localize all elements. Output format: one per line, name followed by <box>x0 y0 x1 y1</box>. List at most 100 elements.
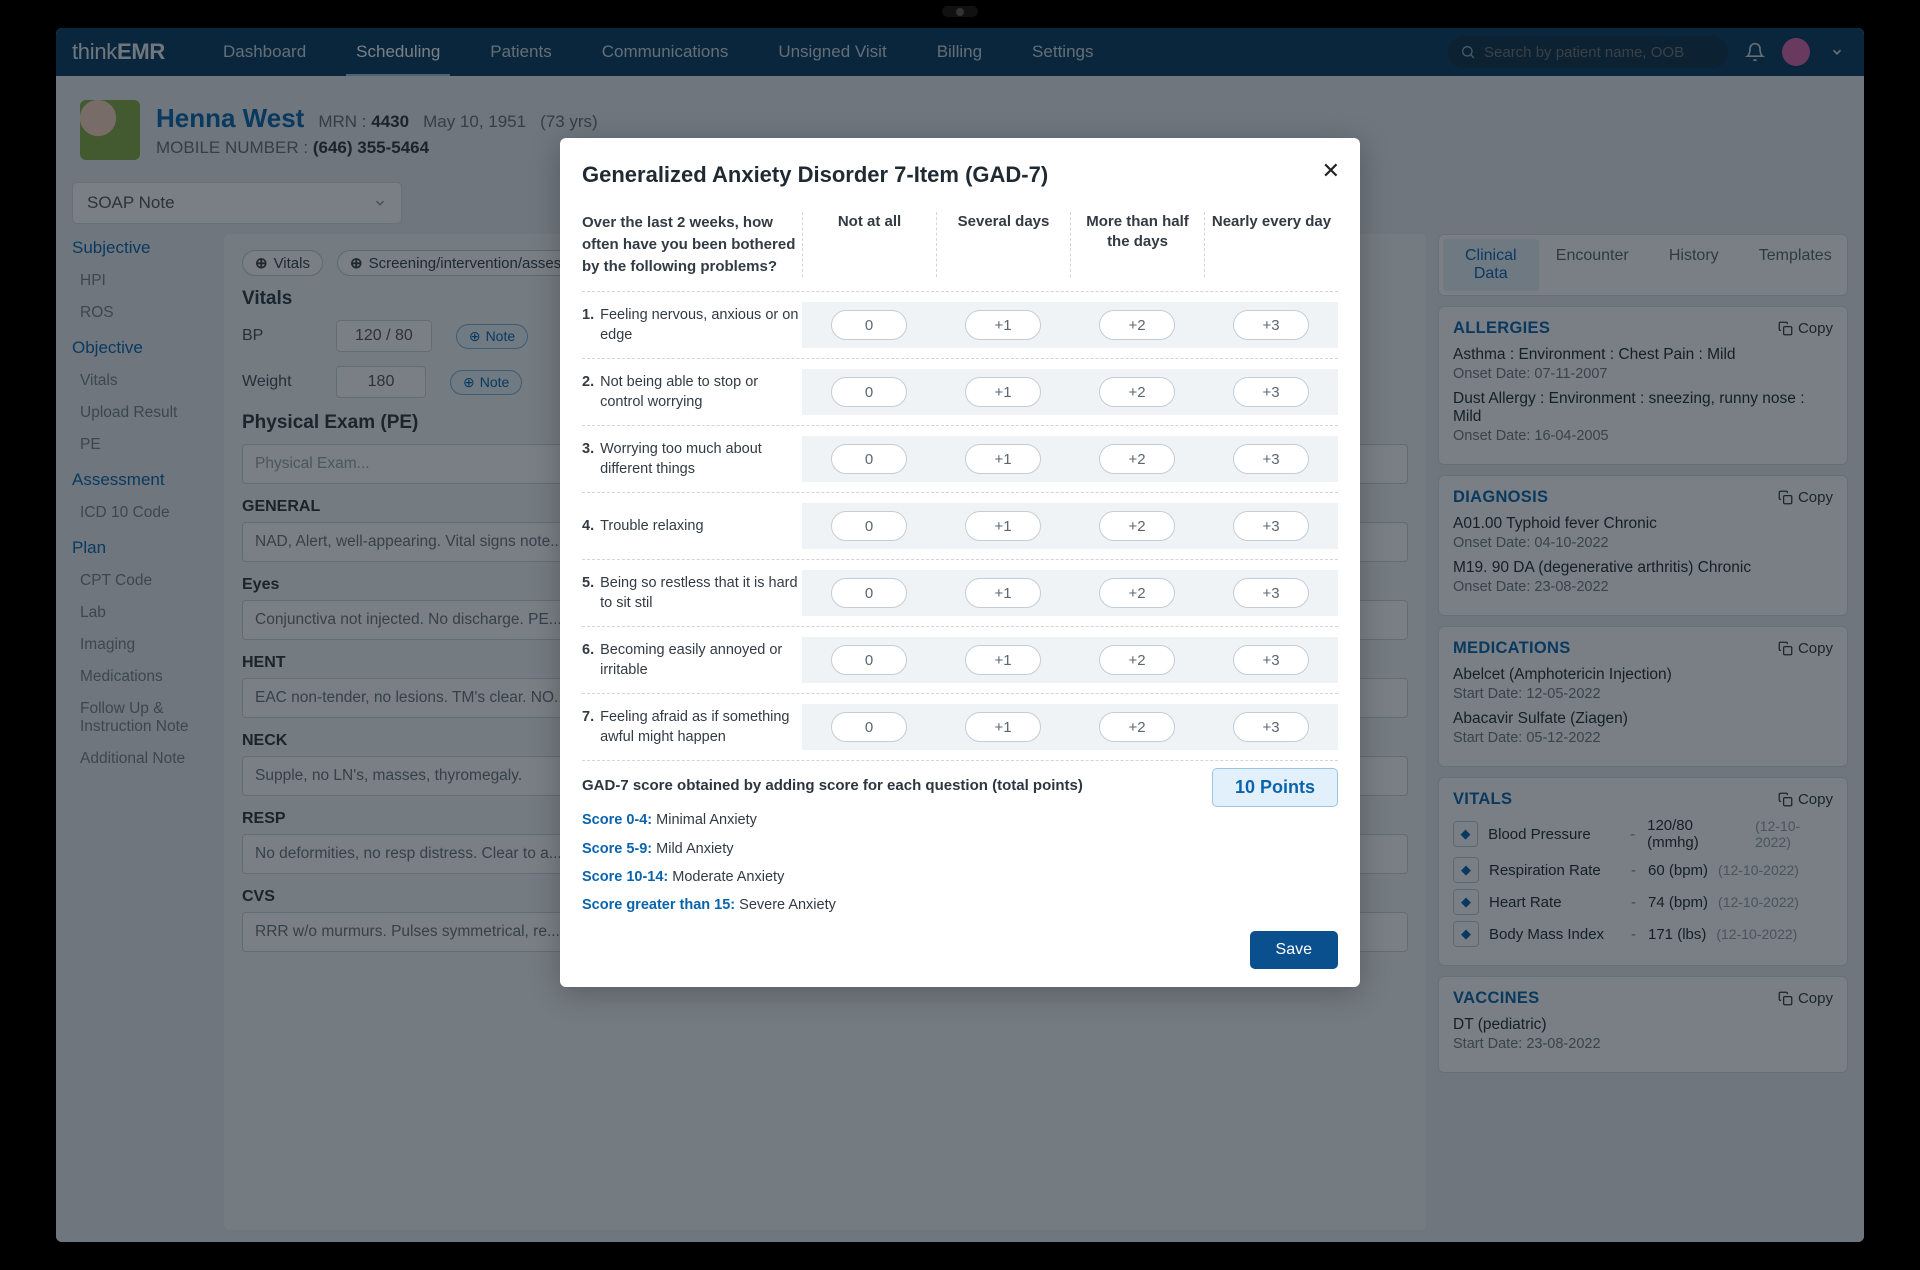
leftnav-item[interactable]: Upload Result <box>72 404 212 422</box>
option-button-3[interactable]: +3 <box>1233 377 1309 407</box>
nav-link-billing[interactable]: Billing <box>931 42 988 62</box>
leftnav-item[interactable]: PE <box>72 436 212 454</box>
tab-encounter[interactable]: Encounter <box>1545 239 1641 291</box>
col-3: Nearly every day <box>1204 212 1338 277</box>
left-nav: Subjective HPI ROS Objective Vitals Upload Re… <box>72 234 212 1230</box>
top-navbar: thinkEMR Dashboard Scheduling Patients Comm… <box>56 28 1864 76</box>
option-button-2[interactable]: +2 <box>1099 645 1175 675</box>
card-row-sub: Onset Date: 23-08-2022 <box>1453 579 1833 595</box>
copy-button[interactable]: Copy <box>1778 990 1833 1007</box>
vital-icon: ◆ <box>1453 889 1479 915</box>
bell-icon[interactable] <box>1744 41 1766 63</box>
option-button-3[interactable]: +3 <box>1233 310 1309 340</box>
nav-link-dashboard[interactable]: Dashboard <box>217 42 312 62</box>
option-button-1[interactable]: +1 <box>965 578 1041 608</box>
tab-templates[interactable]: Templates <box>1748 239 1844 291</box>
copy-button[interactable]: Copy <box>1778 791 1833 808</box>
leftnav-plan[interactable]: Plan <box>72 538 212 558</box>
option-button-3[interactable]: +3 <box>1233 712 1309 742</box>
bp-value[interactable]: 120 / 80 <box>336 320 432 352</box>
leftnav-item[interactable]: Medications <box>72 668 212 686</box>
option-button-2[interactable]: +2 <box>1099 444 1175 474</box>
option-button-2[interactable]: +2 <box>1099 310 1175 340</box>
chip-button[interactable]: ⊕Vitals <box>242 250 323 276</box>
weight-note-button[interactable]: ⊕Note <box>450 370 522 395</box>
tab-clinical-data[interactable]: Clinical Data <box>1443 239 1539 291</box>
vital-date: (12-10-2022) <box>1718 894 1799 910</box>
option-button-1[interactable]: +1 <box>965 511 1041 541</box>
option-button-2[interactable]: +2 <box>1099 712 1175 742</box>
modal-prompt: Over the last 2 weeks, how often have yo… <box>582 212 802 277</box>
option-button-1[interactable]: +1 <box>965 444 1041 474</box>
global-search[interactable] <box>1448 36 1728 68</box>
user-menu-chevron-icon[interactable] <box>1826 41 1848 63</box>
user-avatar[interactable] <box>1782 38 1810 66</box>
option-button-0[interactable]: 0 <box>831 645 907 675</box>
card-row-main: Dust Allergy : Environment : sneezing, r… <box>1453 390 1833 426</box>
chevron-down-icon <box>373 196 387 210</box>
option-button-0[interactable]: 0 <box>831 578 907 608</box>
leftnav-assessment[interactable]: Assessment <box>72 470 212 490</box>
weight-value[interactable]: 180 <box>336 366 426 398</box>
option-button-0[interactable]: 0 <box>831 712 907 742</box>
nav-link-patients[interactable]: Patients <box>484 42 557 62</box>
nav-link-scheduling[interactable]: Scheduling <box>350 42 446 62</box>
card-row-sub: Onset Date: 07-11-2007 <box>1453 366 1833 382</box>
option-button-3[interactable]: +3 <box>1233 578 1309 608</box>
leftnav-item[interactable]: ICD 10 Code <box>72 504 212 522</box>
option-cell: 0 <box>802 302 936 348</box>
option-button-3[interactable]: +3 <box>1233 645 1309 675</box>
option-button-0[interactable]: 0 <box>831 377 907 407</box>
patient-name[interactable]: Henna West <box>156 103 304 134</box>
patient-avatar[interactable] <box>80 100 140 160</box>
option-button-2[interactable]: +2 <box>1099 377 1175 407</box>
bp-note-button[interactable]: ⊕Note <box>456 324 528 349</box>
tab-history[interactable]: History <box>1646 239 1742 291</box>
nav-link-unsigned-visit[interactable]: Unsigned Visit <box>772 42 892 62</box>
brand-logo[interactable]: thinkEMR <box>72 39 165 65</box>
patient-info: Henna West MRN : 4430 May 10, 1951 (73 y… <box>156 103 598 158</box>
leftnav-item[interactable]: Vitals <box>72 372 212 390</box>
leftnav-item[interactable]: HPI <box>72 272 212 290</box>
leftnav-item[interactable]: Imaging <box>72 636 212 654</box>
card-allergies: ALLERGIESCopyAsthma : Environment : Ches… <box>1438 306 1848 465</box>
vital-date: (12-10-2022) <box>1755 818 1833 850</box>
leftnav-item[interactable]: Lab <box>72 604 212 622</box>
option-button-1[interactable]: +1 <box>965 310 1041 340</box>
option-button-3[interactable]: +3 <box>1233 444 1309 474</box>
option-button-2[interactable]: +2 <box>1099 578 1175 608</box>
card-diagnosis: DIAGNOSISCopyA01.00 Typhoid fever Chroni… <box>1438 475 1848 616</box>
vitals-row: ◆Respiration Rate-60 (bpm)(12-10-2022) <box>1453 857 1833 883</box>
copy-button[interactable]: Copy <box>1778 320 1833 337</box>
card-row-main: Abacavir Sulfate (Ziagen) <box>1453 710 1833 728</box>
option-button-0[interactable]: 0 <box>831 511 907 541</box>
search-input[interactable] <box>1484 44 1716 61</box>
leftnav-item[interactable]: ROS <box>72 304 212 322</box>
modal-title: Generalized Anxiety Disorder 7-Item (GAD… <box>582 162 1338 188</box>
option-button-1[interactable]: +1 <box>965 377 1041 407</box>
soap-note-dropdown[interactable]: SOAP Note <box>72 182 402 224</box>
option-cell: +1 <box>936 704 1070 750</box>
copy-icon <box>1778 792 1793 807</box>
save-button[interactable]: Save <box>1250 931 1338 969</box>
leftnav-item[interactable]: Follow Up & Instruction Note <box>72 700 212 736</box>
close-icon[interactable]: ✕ <box>1322 160 1340 182</box>
option-button-1[interactable]: +1 <box>965 712 1041 742</box>
nav-link-communications[interactable]: Communications <box>596 42 735 62</box>
leftnav-item[interactable]: Additional Note <box>72 750 212 768</box>
nav-link-settings[interactable]: Settings <box>1026 42 1099 62</box>
leftnav-subjective[interactable]: Subjective <box>72 238 212 258</box>
copy-button[interactable]: Copy <box>1778 489 1833 506</box>
plus-icon: ⊕ <box>350 254 363 272</box>
option-button-2[interactable]: +2 <box>1099 511 1175 541</box>
chip-button[interactable]: ⊕Screening/intervention/assess... <box>337 250 594 276</box>
tablet-frame: thinkEMR Dashboard Scheduling Patients Comm… <box>0 0 1920 1270</box>
option-button-3[interactable]: +3 <box>1233 511 1309 541</box>
option-button-0[interactable]: 0 <box>831 444 907 474</box>
leftnav-objective[interactable]: Objective <box>72 338 212 358</box>
copy-button[interactable]: Copy <box>1778 640 1833 657</box>
vital-value: 120/80 (mmhg) <box>1647 817 1745 851</box>
option-button-1[interactable]: +1 <box>965 645 1041 675</box>
option-button-0[interactable]: 0 <box>831 310 907 340</box>
leftnav-item[interactable]: CPT Code <box>72 572 212 590</box>
